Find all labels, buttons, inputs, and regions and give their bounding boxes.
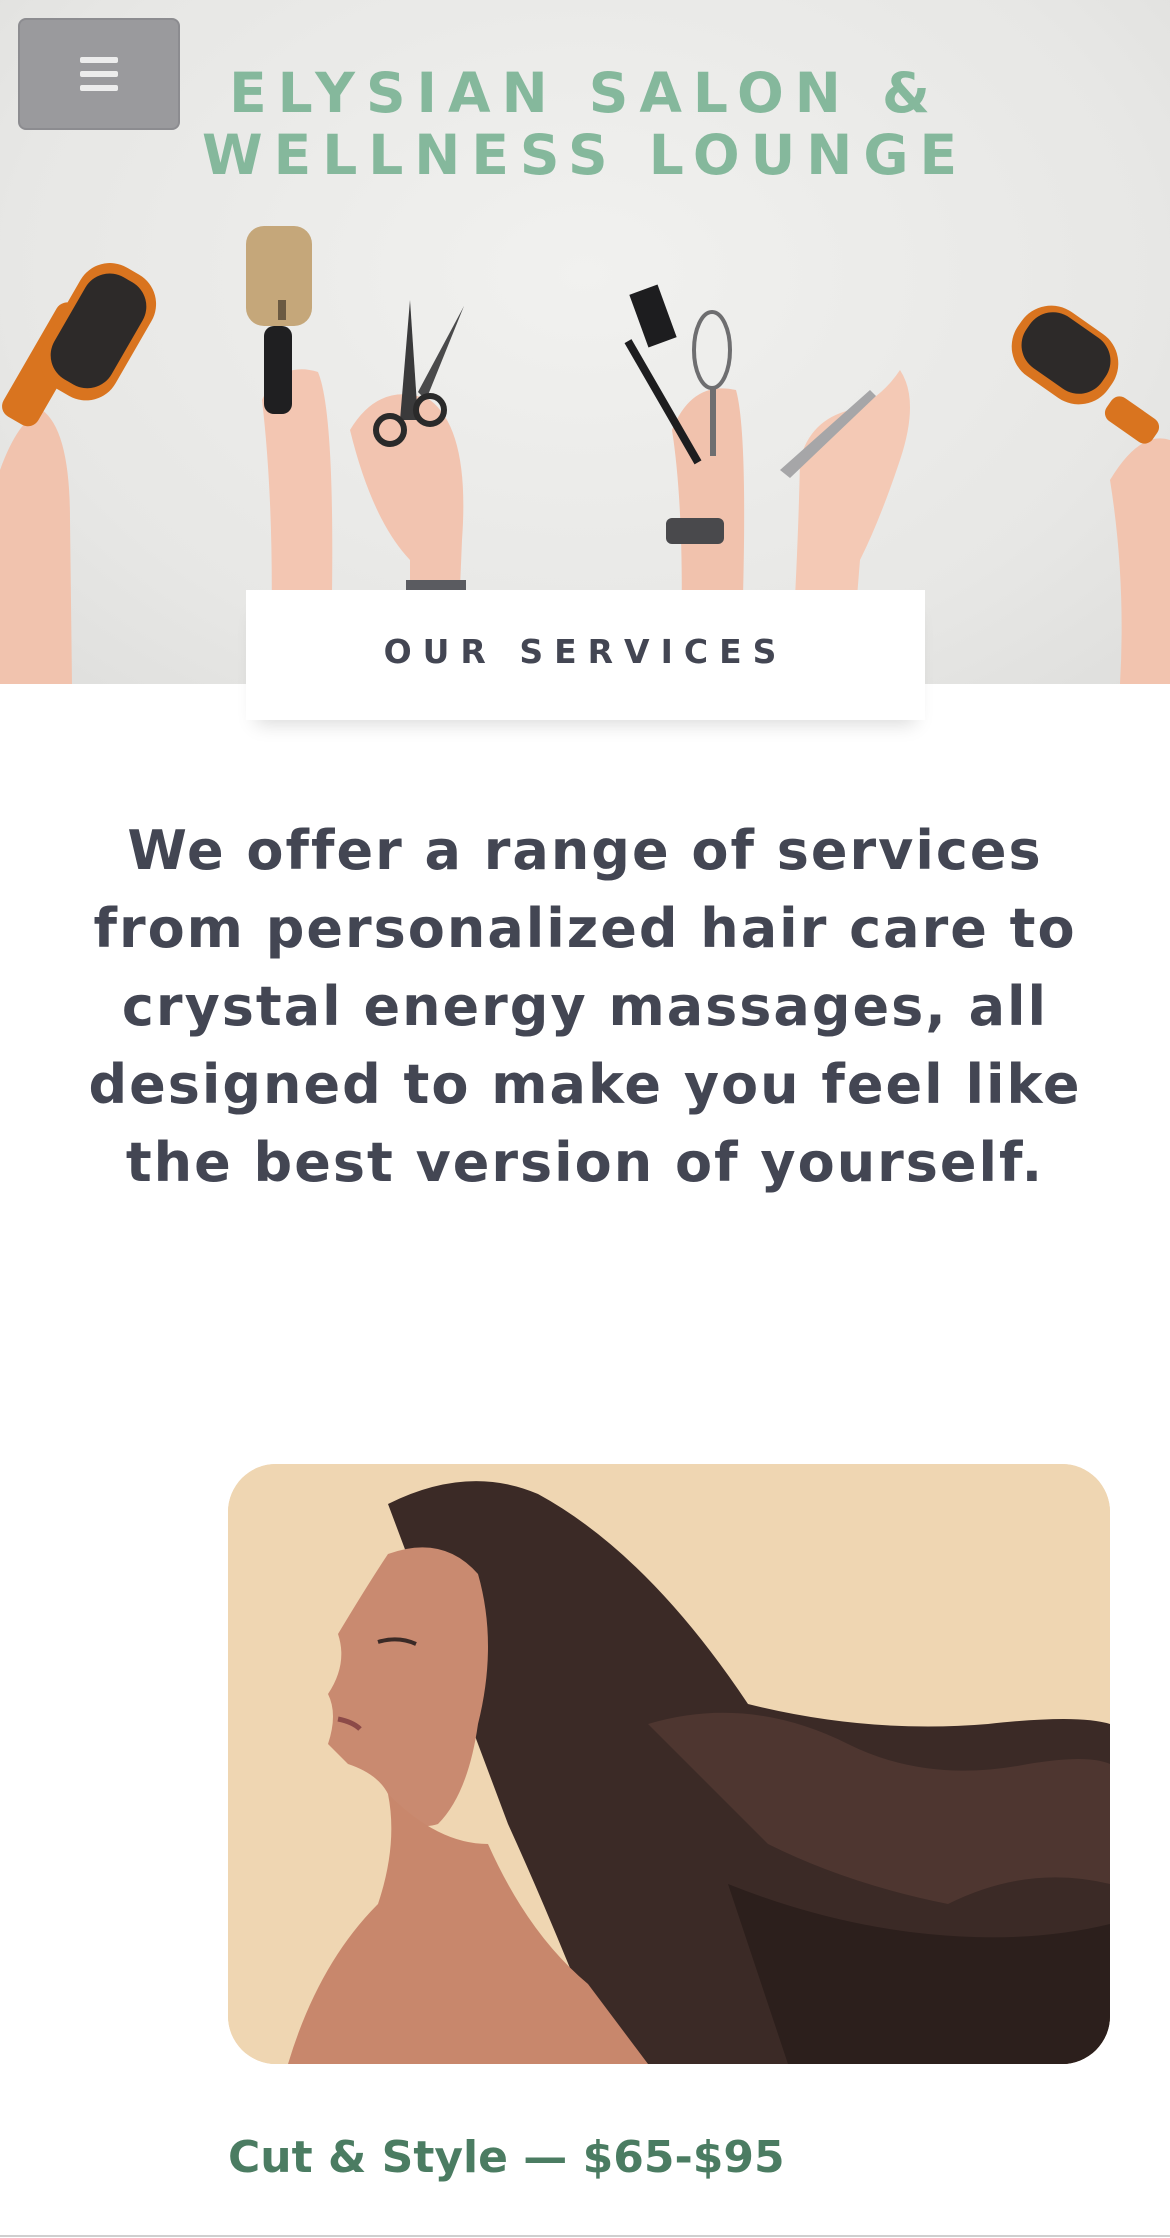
services-section-tab: OUR SERVICES (246, 590, 925, 720)
services-heading: OUR SERVICES (383, 632, 788, 671)
cut-and-style-photo (228, 1464, 1110, 2064)
divider (0, 2235, 1170, 2237)
services-intro-text: We offer a range of services from person… (88, 819, 1082, 1194)
site-title-line-1: ELYSIAN SALON & (229, 61, 941, 125)
site-title-line-2: WELLNESS LOUNGE (201, 123, 969, 187)
site-title[interactable]: ELYSIAN SALON & WELLNESS LOUNGE (100, 62, 1070, 186)
woman-with-long-curly-hair-image (228, 1464, 1110, 2064)
service-caption-cut-and-style[interactable]: Cut & Style — $65-$95 (228, 2132, 785, 2183)
hero-banner: ELYSIAN SALON & WELLNESS LOUNGE (0, 0, 1170, 684)
